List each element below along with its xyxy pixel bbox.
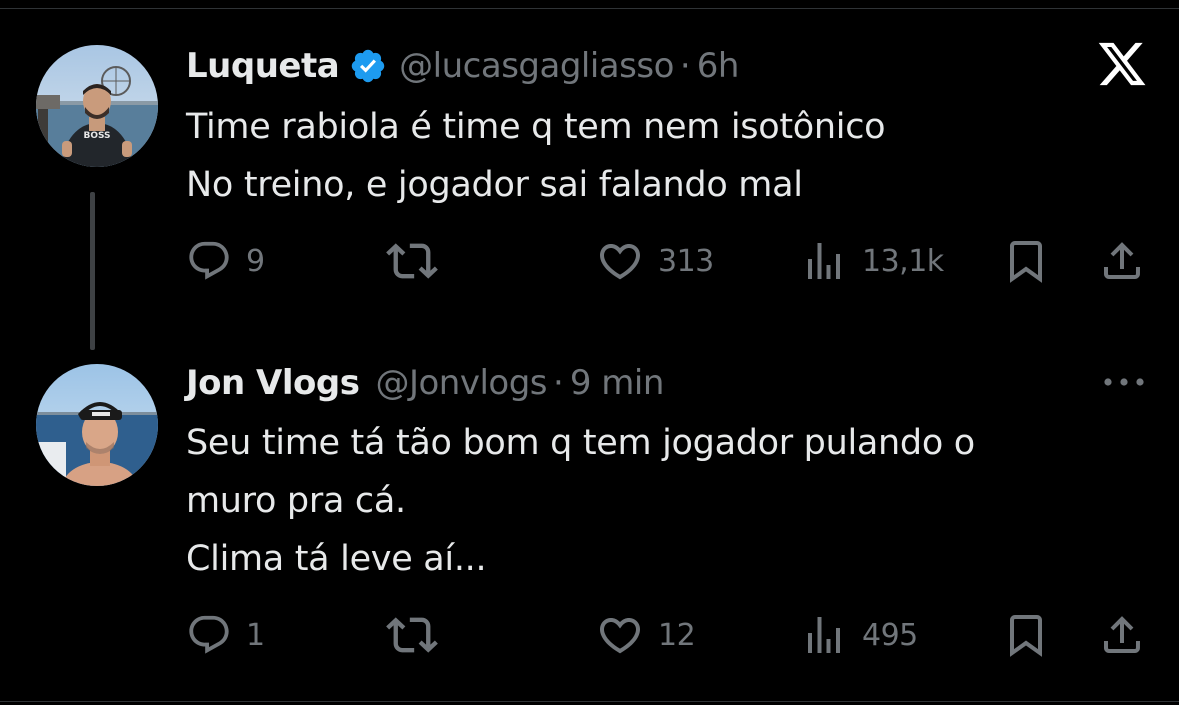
- share-button[interactable]: [1098, 236, 1146, 286]
- avatar[interactable]: BOSS: [36, 45, 158, 167]
- separator-dot: ·: [679, 46, 691, 86]
- retweet-icon: [386, 243, 438, 279]
- user-handle[interactable]: @lucasgagliasso: [399, 46, 674, 86]
- heart-icon: [599, 618, 641, 654]
- tweet-text: Seu time tá tão bom q tem jogador puland…: [186, 414, 975, 588]
- tweet-line: muro pra cá.: [186, 481, 406, 521]
- top-divider: [0, 8, 1179, 9]
- reply-bubble-icon: [189, 241, 229, 280]
- share-upload-icon: [1104, 242, 1140, 279]
- tweet-line: Clima tá leve aí...: [186, 539, 487, 579]
- tweet-actions: 9 313 13,1k: [186, 236, 1148, 286]
- avatar[interactable]: [36, 364, 158, 486]
- tweet-line: Seu time tá tão bom q tem jogador puland…: [186, 423, 975, 463]
- reply-count: 1: [246, 617, 265, 653]
- views-button[interactable]: 495: [800, 610, 918, 660]
- reply-bubble-icon: [189, 615, 229, 654]
- heart-icon: [599, 244, 641, 280]
- bookmark-icon: [1010, 241, 1042, 283]
- display-name[interactable]: Luqueta: [186, 46, 340, 86]
- views-count: 495: [862, 617, 918, 653]
- tweet-header: Luqueta @lucasgagliasso · 6h: [186, 44, 739, 88]
- bottom-divider: [0, 701, 1179, 702]
- avatar-shirt-logo: BOSS: [83, 131, 110, 141]
- tweet-line: Time rabiola é time q tem nem isotônico: [186, 107, 886, 147]
- share-button[interactable]: [1098, 610, 1146, 660]
- views-bars-icon: [808, 617, 840, 653]
- bookmark-button[interactable]: [1002, 610, 1050, 660]
- views-count: 13,1k: [862, 243, 944, 279]
- tweet-text: Time rabiola é time q tem nem isotônico …: [186, 98, 886, 214]
- bookmark-button[interactable]: [1002, 236, 1050, 286]
- reply-count: 9: [246, 243, 265, 279]
- thread-connector: [90, 192, 95, 350]
- retweet-button[interactable]: [386, 610, 452, 660]
- tweet-line: No treino, e jogador sai falando mal: [186, 165, 803, 205]
- more-horizontal-icon[interactable]: [1100, 368, 1148, 396]
- verified-badge-icon: [349, 47, 387, 85]
- separator-dot: ·: [553, 363, 564, 403]
- like-button[interactable]: 12: [596, 610, 696, 660]
- tweet-actions: 1 12 495: [186, 610, 1148, 660]
- reply-button[interactable]: 1: [186, 610, 265, 660]
- timestamp[interactable]: 9 min: [570, 363, 665, 403]
- bookmark-icon: [1010, 615, 1042, 657]
- share-upload-icon: [1104, 616, 1140, 653]
- reply-button[interactable]: 9: [186, 236, 265, 286]
- views-button[interactable]: 13,1k: [800, 236, 944, 286]
- retweet-button[interactable]: [386, 236, 452, 286]
- like-count: 12: [658, 617, 696, 653]
- tweet-header: Jon Vlogs @Jonvlogs · 9 min: [186, 361, 664, 405]
- timestamp[interactable]: 6h: [697, 46, 740, 86]
- display-name[interactable]: Jon Vlogs: [186, 363, 360, 403]
- like-count: 313: [658, 243, 714, 279]
- retweet-icon: [386, 617, 438, 653]
- like-button[interactable]: 313: [596, 236, 714, 286]
- x-logo-icon[interactable]: [1096, 38, 1148, 90]
- views-bars-icon: [808, 243, 840, 279]
- user-handle[interactable]: @Jonvlogs: [375, 363, 547, 403]
